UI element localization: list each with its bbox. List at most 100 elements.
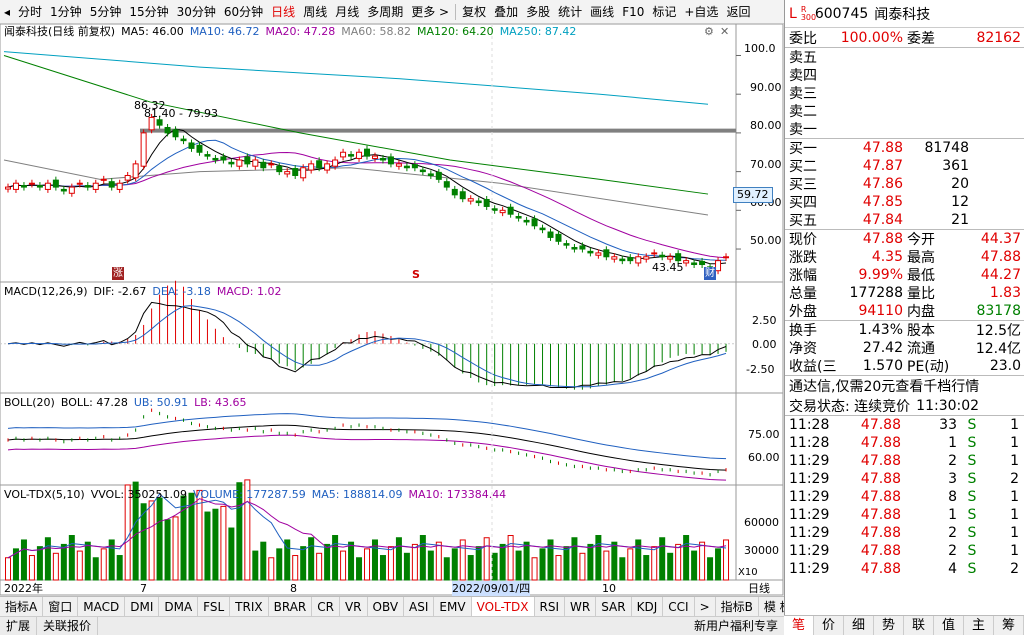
indicator-tab-12[interactable]: EMV — [434, 596, 472, 617]
quote-tab-6[interactable]: 主 — [964, 616, 994, 635]
tool-huaxian[interactable]: 画线 — [586, 0, 618, 24]
low-price-label: 43.45 — [652, 261, 684, 274]
date-axis-7: 7 — [140, 582, 147, 595]
status-new-user-promo[interactable]: 新用户福利专享 — [688, 617, 784, 635]
indicator-tab-18[interactable]: CCI — [663, 596, 695, 617]
bid-row[interactable]: 买五 47.84 21 — [785, 211, 1024, 229]
tool-biaoji[interactable]: 标记 — [648, 0, 680, 24]
period-1min[interactable]: 1分钟 — [46, 0, 86, 24]
tick-row[interactable]: 11:29 47.88 2 S 1 — [785, 524, 1024, 542]
bid-row[interactable]: 买四 47.85 12 — [785, 193, 1024, 211]
tick-row[interactable]: 11:29 47.88 8 S 1 — [785, 488, 1024, 506]
quote-tab-0[interactable]: 笔 — [784, 616, 814, 635]
tick-volume: 1 — [948, 435, 957, 451]
tool-return[interactable]: 返回 — [722, 0, 754, 24]
boll-lb-line — [7, 434, 727, 481]
indicator-tab-6[interactable]: TRIX — [230, 596, 269, 617]
tick-row[interactable]: 11:29 47.88 4 S 2 — [785, 560, 1024, 578]
indicator-tab-3[interactable]: DMI — [125, 596, 160, 617]
status-expand[interactable]: 扩展 — [0, 616, 38, 635]
ask-row[interactable]: 卖一 — [785, 120, 1024, 138]
period-60min[interactable]: 60分钟 — [220, 0, 267, 24]
indicator-tab-8[interactable]: CR — [312, 596, 340, 617]
tick-row[interactable]: 11:29 47.88 2 S 1 — [785, 542, 1024, 560]
kline-chart-svg[interactable] — [0, 24, 784, 596]
indicator-tab-10[interactable]: OBV — [368, 596, 405, 617]
candle-body — [100, 178, 107, 181]
ask-row[interactable]: 卖三 — [785, 84, 1024, 102]
indicator-tab-15[interactable]: WR — [565, 596, 597, 617]
quote-tab-2[interactable]: 细 — [844, 616, 874, 635]
indicator-tab-20[interactable]: 指标B — [716, 596, 759, 617]
indicator-tab-14[interactable]: RSI — [535, 596, 566, 617]
volume-bar — [324, 543, 331, 581]
period-daily[interactable]: 日线 — [267, 0, 299, 24]
period-15min[interactable]: 15分钟 — [125, 0, 172, 24]
cai-badge[interactable]: 财 — [704, 267, 716, 280]
quote-tab-1[interactable]: 价 — [814, 616, 844, 635]
ask-row[interactable]: 卖四 — [785, 66, 1024, 84]
s-badge[interactable]: S — [412, 267, 420, 283]
tick-row[interactable]: 11:29 47.88 2 S 1 — [785, 452, 1024, 470]
chart-settings-icon[interactable]: ⚙ — [704, 24, 714, 40]
period-30min[interactable]: 30分钟 — [173, 0, 220, 24]
tool-diejia[interactable]: 叠加 — [490, 0, 522, 24]
stat-row: 涨跌 4.35 最高 47.88 — [785, 248, 1024, 266]
period-multi[interactable]: 多周期 — [363, 0, 407, 24]
bid-row[interactable]: 买一 47.88 81748 — [785, 139, 1024, 157]
period-5min[interactable]: 5分钟 — [86, 0, 126, 24]
indicator-tab-9[interactable]: VR — [340, 596, 368, 617]
quote-tab-4[interactable]: 联 — [904, 616, 934, 635]
tick-price: 47.88 — [860, 471, 901, 487]
indicator-tab-1[interactable]: 窗口 — [43, 596, 79, 617]
tick-row[interactable]: 11:28 47.88 1 S 1 — [785, 434, 1024, 452]
indicator-tab-2[interactable]: MACD — [78, 596, 126, 617]
tool-duogu[interactable]: 多股 — [522, 0, 554, 24]
quote-tab-3[interactable]: 势 — [874, 616, 904, 635]
tick-list[interactable]: 11:28 47.88 33 S 1 11:28 47.88 1 S 1 11:29 47.88 2 S 1… — [785, 416, 1024, 578]
date-axis-10: 10 — [602, 582, 616, 595]
tool-add-watchlist[interactable]: +自选 — [680, 0, 722, 24]
indicator-tab-13[interactable]: VOL-TDX — [471, 596, 535, 617]
period-weekly[interactable]: 周线 — [299, 0, 331, 24]
ma10-value: MA10: 46.72 — [189, 25, 260, 38]
notice-row[interactable]: 通达信,仅需20元查看千档行情 — [785, 376, 1024, 396]
tick-row[interactable]: 11:28 47.88 33 S 1 — [785, 416, 1024, 434]
quote-tab-5[interactable]: 值 — [934, 616, 964, 635]
volume-bar — [403, 552, 410, 581]
indicator-tab-19[interactable]: > — [695, 596, 716, 617]
indicator-tab-17[interactable]: KDJ — [632, 596, 664, 617]
candle-body — [180, 138, 187, 142]
period-more[interactable]: 更多 > — [407, 0, 453, 24]
kline-chart-area[interactable]: 闻泰科技(日线 前复权) MA5: 46.00 MA10: 46.72 MA20… — [0, 24, 784, 597]
tick-row[interactable]: 11:29 47.88 1 S 1 — [785, 506, 1024, 524]
notice-text[interactable]: 通达信,仅需20元查看千档行情 — [789, 376, 979, 396]
ask-row[interactable]: 卖五 — [785, 48, 1024, 66]
quote-tab-7[interactable]: 筹 — [994, 616, 1024, 635]
indicator-tab-16[interactable]: SAR — [596, 596, 632, 617]
candle-body — [667, 256, 674, 260]
period-monthly[interactable]: 月线 — [331, 0, 363, 24]
tool-f10[interactable]: F10 — [618, 0, 648, 24]
ask-label: 卖五 — [789, 50, 817, 66]
bid-row[interactable]: 买三 47.86 20 — [785, 175, 1024, 193]
tool-fuquan[interactable]: 复权 — [458, 0, 490, 24]
chart-close-icon[interactable]: ✕ — [720, 24, 729, 40]
indicator-tab-0[interactable]: 指标A — [0, 596, 44, 617]
status-related-quote[interactable]: 关联报价 — [37, 616, 99, 635]
indicator-tab-4[interactable]: DMA — [159, 596, 199, 617]
volume-bar — [659, 537, 666, 581]
tool-tongji[interactable]: 统计 — [554, 0, 586, 24]
indicator-tab-11[interactable]: ASI — [404, 596, 435, 617]
zhang-badge[interactable]: 涨 — [112, 267, 124, 280]
stat-value: 4.35 — [871, 249, 903, 265]
bid-row[interactable]: 买二 47.87 361 — [785, 157, 1024, 175]
stat-value: 47.88 — [980, 249, 1021, 265]
period-fenshi[interactable]: 分时 — [14, 0, 46, 24]
indicator-tab-7[interactable]: BRAR — [269, 596, 313, 617]
volume-bar — [531, 557, 538, 581]
back-arrow-icon[interactable]: ◂ — [0, 0, 14, 24]
indicator-tab-5[interactable]: FSL — [198, 596, 231, 617]
tick-row[interactable]: 11:29 47.88 3 S 2 — [785, 470, 1024, 488]
ask-row[interactable]: 卖二 — [785, 102, 1024, 120]
